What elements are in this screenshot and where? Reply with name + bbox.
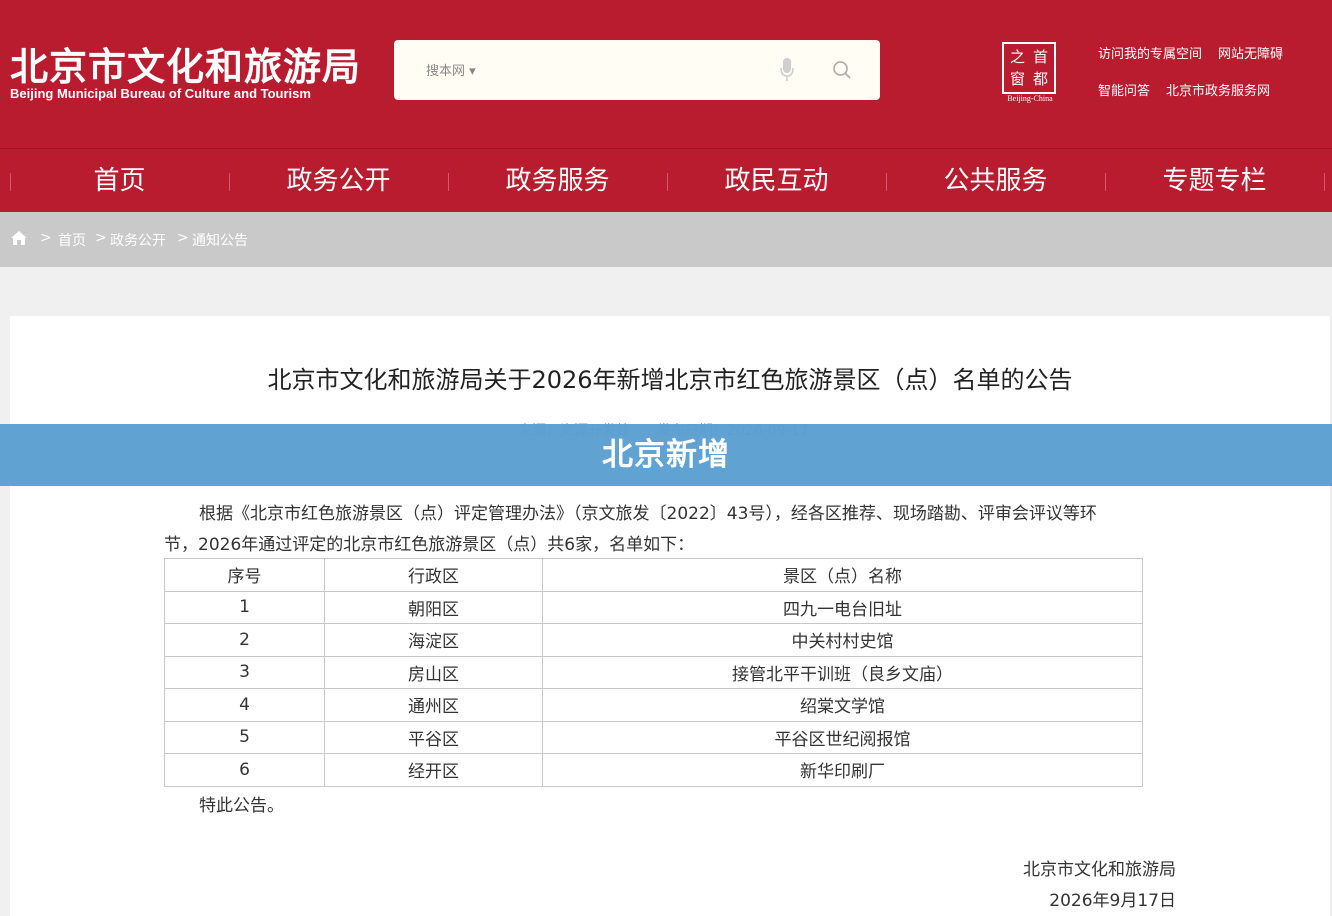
nav-item-topics[interactable]: 专题专栏 xyxy=(1105,149,1324,213)
site-logo-subtitle[interactable]: Beijing Municipal Bureau of Culture and … xyxy=(10,86,311,101)
gov-service-link[interactable]: 北京市政务服务网 xyxy=(1166,80,1270,99)
nav-item-public-services[interactable]: 公共服务 xyxy=(886,149,1105,213)
table-header-cell: 行政区 xyxy=(324,558,543,592)
site-header: 北京市文化和旅游局 Beijing Municipal Bureau of Cu… xyxy=(0,0,1332,148)
search-icon[interactable] xyxy=(832,60,852,80)
table-cell: 朝阳区 xyxy=(324,590,543,624)
breadcrumb-home[interactable]: 首页 xyxy=(58,230,86,250)
table-cell: 平谷区 xyxy=(324,720,543,754)
breadcrumb-separator: > xyxy=(40,230,52,246)
overlay-banner: 北京新增 xyxy=(0,424,1332,486)
banner-title: 北京新增 xyxy=(602,437,730,473)
scenic-spots-table: 序号 行政区 景区（点）名称 1 朝阳区 四九一电台旧址 2 海淀区 中关村村史… xyxy=(164,558,1143,787)
table-cell: 4 xyxy=(164,688,325,722)
table-cell: 绍棠文学馆 xyxy=(542,688,1143,722)
article-sign-date: 2026年9月17日 xyxy=(1049,891,1176,911)
table-header-row: 序号 行政区 景区（点）名称 xyxy=(164,558,1143,592)
table-header-cell: 景区（点）名称 xyxy=(542,558,1143,592)
table-row: 2 海淀区 中关村村史馆 xyxy=(164,623,1143,657)
breadcrumb-gov-affairs[interactable]: 政务公开 xyxy=(110,230,166,250)
table-cell: 2 xyxy=(164,623,325,657)
table-row: 4 通州区 绍棠文学馆 xyxy=(164,688,1143,722)
nav-item-interaction[interactable]: 政民互动 xyxy=(667,149,886,213)
table-row: 3 房山区 接管北平干训班（良乡文庙） xyxy=(164,655,1143,689)
search-input[interactable] xyxy=(514,54,758,88)
main-nav: 首页 政务公开 政务服务 政民互动 公共服务 专题专栏 xyxy=(0,148,1332,212)
search-bar: 搜本网 ▾ xyxy=(394,40,880,100)
capital-window-logo[interactable]: 之 首 窗 都 xyxy=(1002,42,1056,94)
badge-char: 窗 xyxy=(1009,70,1025,88)
my-space-link[interactable]: 访问我的专属空间 xyxy=(1098,43,1202,62)
table-header-cell: 序号 xyxy=(164,558,325,592)
table-cell: 四九一电台旧址 xyxy=(542,590,1143,624)
site-logo-title[interactable]: 北京市文化和旅游局 xyxy=(10,36,361,91)
breadcrumb-separator: > xyxy=(95,230,107,246)
capital-window-logo-chars: 之 首 窗 都 xyxy=(1006,46,1052,90)
search-scope-dropdown[interactable]: 搜本网 ▾ xyxy=(426,60,476,79)
table-cell: 6 xyxy=(164,753,325,787)
article-paragraph-line2: 节，2026年通过评定的北京市红色旅游景区（点）共6家，名单如下： xyxy=(164,535,695,555)
badge-char: 都 xyxy=(1032,70,1048,88)
table-row: 6 经开区 新华印刷厂 xyxy=(164,753,1143,787)
accessibility-link[interactable]: 网站无障碍 xyxy=(1218,43,1283,62)
table-cell: 3 xyxy=(164,655,325,689)
nav-item-home[interactable]: 首页 xyxy=(10,149,229,213)
table-row: 5 平谷区 平谷区世纪阅报馆 xyxy=(164,720,1143,754)
table-cell: 房山区 xyxy=(324,655,543,689)
table-cell: 接管北平干训班（良乡文庙） xyxy=(542,655,1143,689)
nav-divider xyxy=(1324,173,1325,191)
table-cell: 中关村村史馆 xyxy=(542,623,1143,657)
article-signer: 北京市文化和旅游局 xyxy=(1023,860,1176,880)
table-cell: 1 xyxy=(164,590,325,624)
article-paragraph-line1: 根据《北京市红色旅游景区（点）评定管理办法》（京文旅发〔2022〕43号），经各… xyxy=(199,504,1097,524)
capital-window-caption: Beijing-China xyxy=(1007,94,1053,103)
nav-item-gov-services[interactable]: 政务服务 xyxy=(448,149,667,213)
badge-char: 之 xyxy=(1009,48,1025,66)
table-cell: 平谷区世纪阅报馆 xyxy=(542,720,1143,754)
badge-char: 首 xyxy=(1032,48,1048,66)
table-cell: 经开区 xyxy=(324,753,543,787)
breadcrumb-notices[interactable]: 通知公告 xyxy=(192,230,248,250)
table-cell: 海淀区 xyxy=(324,623,543,657)
home-icon[interactable] xyxy=(10,230,28,246)
table-cell: 5 xyxy=(164,720,325,754)
table-row: 1 朝阳区 四九一电台旧址 xyxy=(164,590,1143,624)
article-closing: 特此公告。 xyxy=(199,796,284,816)
mic-icon[interactable] xyxy=(780,58,794,82)
table-cell: 新华印刷厂 xyxy=(542,753,1143,787)
nav-item-gov-affairs[interactable]: 政务公开 xyxy=(229,149,448,213)
breadcrumb-separator: > xyxy=(177,230,189,246)
article-title: 北京市文化和旅游局关于2026年新增北京市红色旅游景区（点）名单的公告 xyxy=(267,366,1073,394)
table-cell: 通州区 xyxy=(324,688,543,722)
smart-qa-link[interactable]: 智能问答 xyxy=(1098,80,1150,99)
